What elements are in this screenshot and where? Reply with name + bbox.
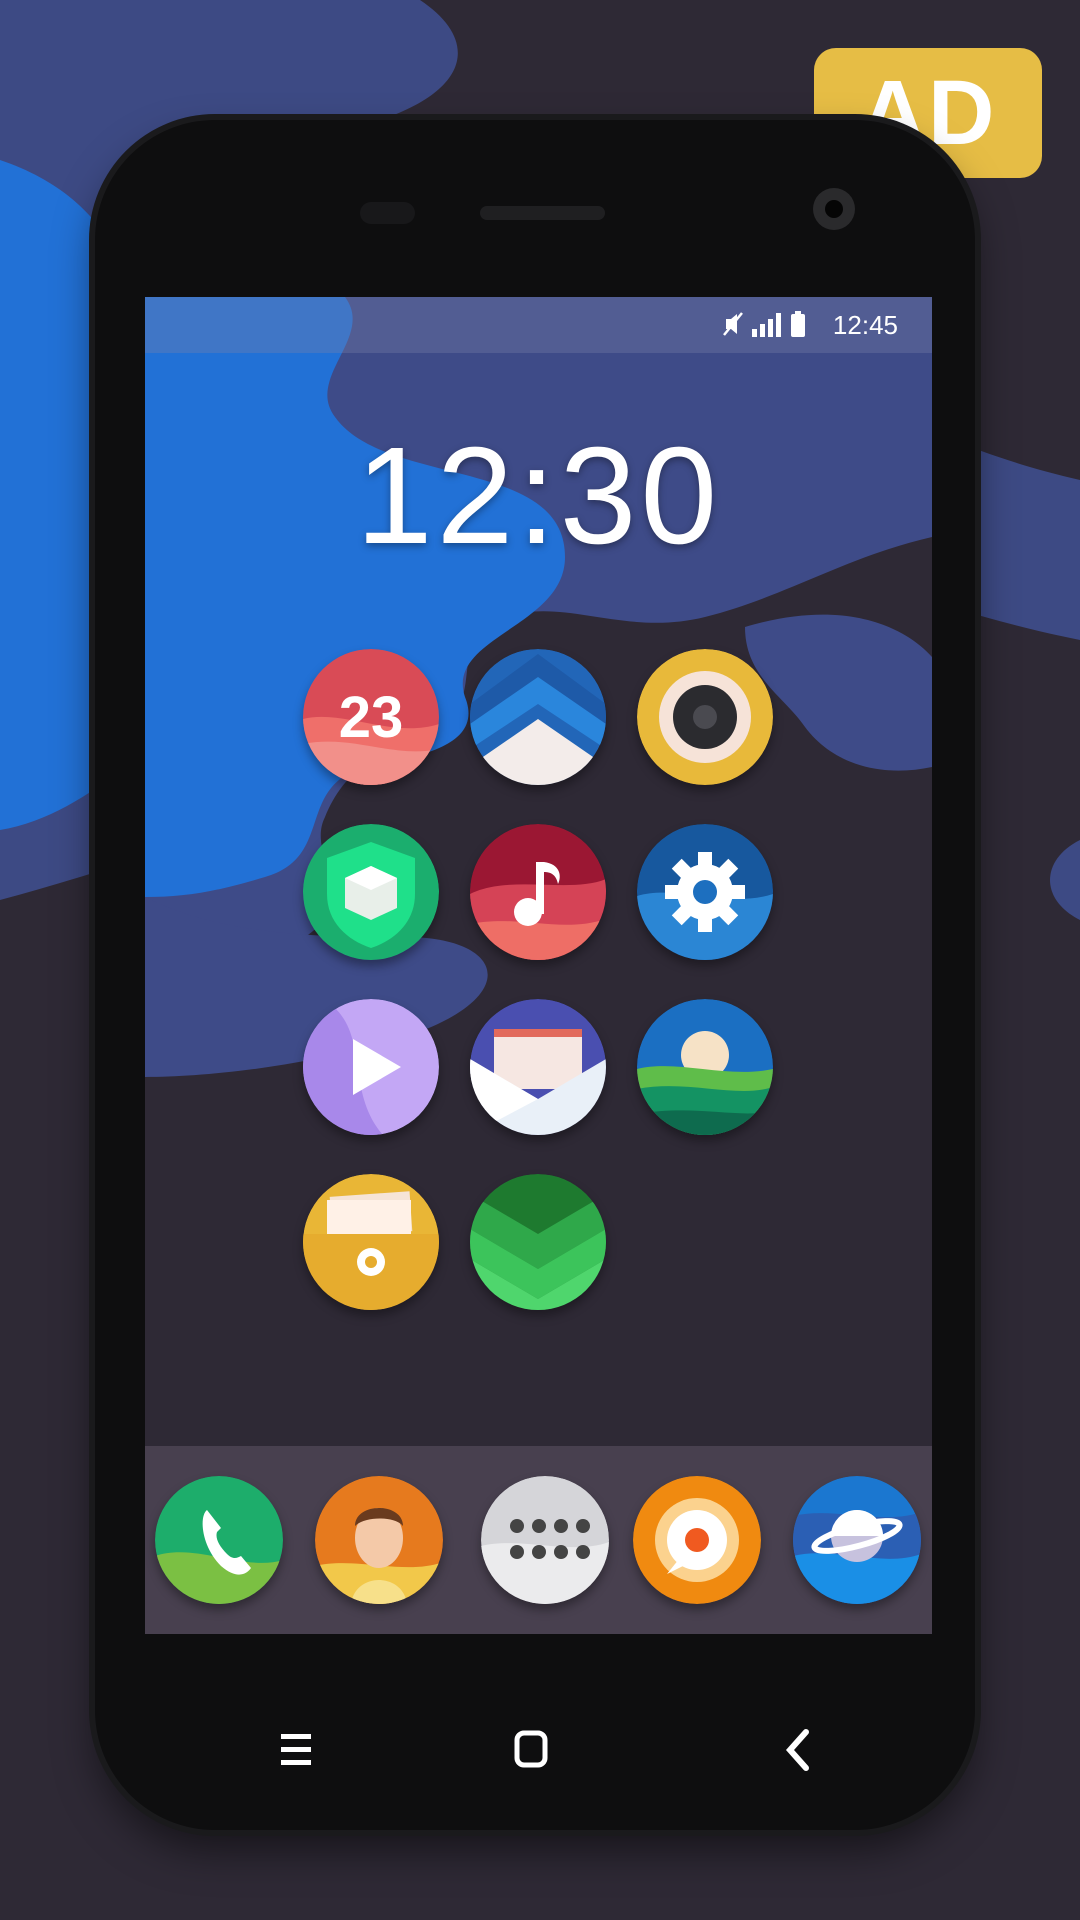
- menu-icon[interactable]: [277, 1720, 317, 1780]
- earpiece-speaker: [480, 206, 605, 220]
- status-icons: [722, 311, 806, 337]
- music-icon[interactable]: [470, 824, 606, 960]
- launcher-arrow-icon[interactable]: [470, 649, 606, 785]
- file-manager-icon[interactable]: [303, 1174, 439, 1310]
- back-icon[interactable]: [778, 1720, 818, 1780]
- security-shield-icon[interactable]: [303, 824, 439, 960]
- calendar-date: 23: [339, 685, 404, 750]
- proximity-sensor: [360, 202, 415, 224]
- video-player-icon[interactable]: [303, 999, 439, 1135]
- browser-icon[interactable]: [793, 1476, 921, 1604]
- mute-icon: [723, 312, 743, 336]
- clock-widget[interactable]: 12:30: [145, 417, 932, 576]
- gallery-icon[interactable]: [637, 999, 773, 1135]
- messages-icon[interactable]: [633, 1476, 761, 1604]
- settings-icon[interactable]: [637, 824, 773, 960]
- calendar-icon[interactable]: 23: [303, 649, 439, 785]
- camera-icon[interactable]: [637, 649, 773, 785]
- phone-icon[interactable]: [155, 1476, 283, 1604]
- contacts-icon[interactable]: [315, 1476, 443, 1604]
- dock: [145, 1446, 932, 1634]
- status-bar: 12:45: [145, 297, 932, 353]
- app-drawer-icon[interactable]: [481, 1476, 609, 1604]
- phone-screen: 12:45 12:30 23: [145, 297, 932, 1634]
- signal-icon: [752, 313, 781, 337]
- store-chevrons-icon[interactable]: [470, 1174, 606, 1310]
- status-time: 12:45: [832, 310, 898, 340]
- email-icon[interactable]: [470, 999, 606, 1135]
- front-camera: [813, 188, 855, 230]
- battery-icon: [791, 311, 805, 337]
- home-icon[interactable]: [512, 1720, 552, 1780]
